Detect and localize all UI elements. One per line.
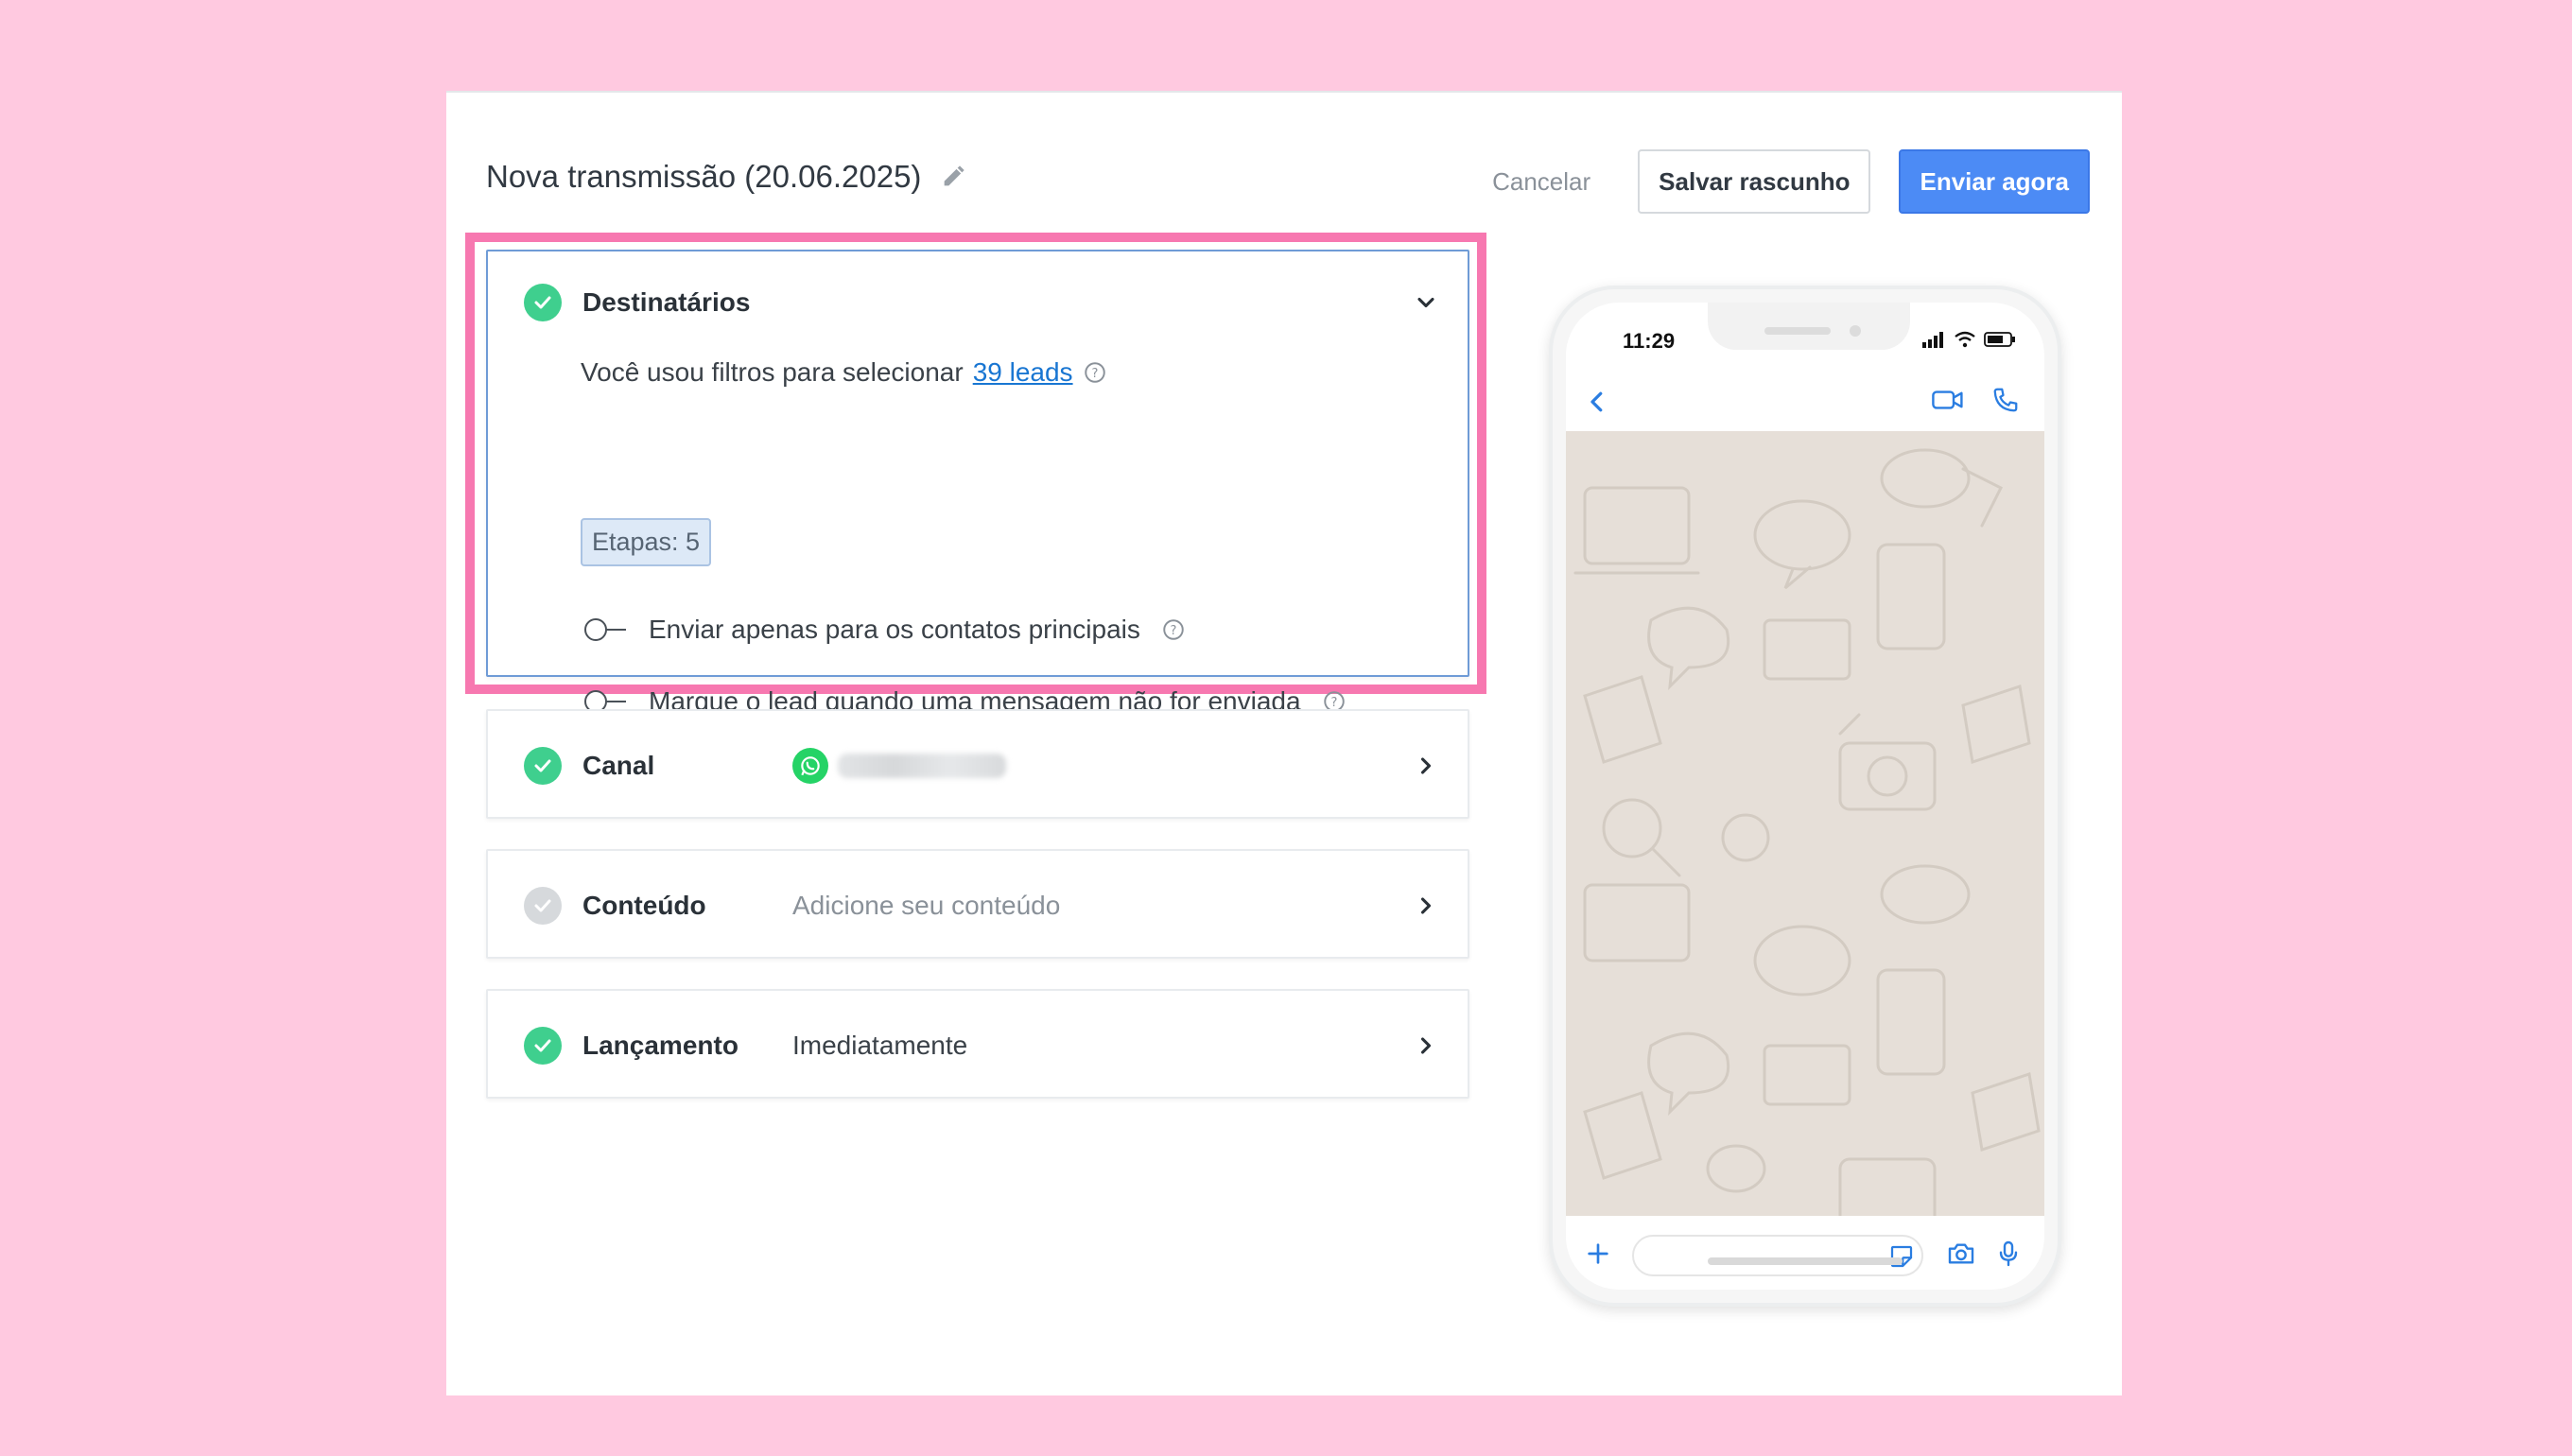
channel-card[interactable]: Canal bbox=[486, 709, 1469, 819]
chat-wallpaper bbox=[1566, 431, 2044, 1227]
check-icon bbox=[524, 747, 562, 785]
back-arrow-icon[interactable] bbox=[1583, 386, 1611, 423]
channel-title: Canal bbox=[582, 751, 655, 780]
message-input[interactable] bbox=[1632, 1235, 1923, 1276]
toggle-main-contacts-row: Enviar apenas para os contatos principai… bbox=[582, 615, 1186, 645]
speaker bbox=[1764, 327, 1831, 335]
camera-icon[interactable] bbox=[1946, 1239, 1976, 1274]
stages-tag: Etapas: 5 bbox=[581, 518, 712, 566]
launch-card[interactable]: Lançamento Imediatamente bbox=[486, 989, 1469, 1099]
launch-value: Imediatamente bbox=[792, 1031, 968, 1060]
broadcast-modal: Nova transmissão (20.06.2025) Cancelar S… bbox=[446, 91, 2122, 1395]
video-call-icon[interactable] bbox=[1931, 386, 1965, 419]
plus-icon[interactable] bbox=[1583, 1239, 1613, 1274]
filter-text: Você usou filtros para selecionar bbox=[581, 357, 964, 387]
cancel-button[interactable]: Cancelar bbox=[1473, 167, 1609, 197]
chevron-right-icon[interactable] bbox=[1413, 1032, 1439, 1059]
help-icon[interactable]: ? bbox=[1161, 617, 1186, 642]
wifi-icon bbox=[1954, 331, 1976, 353]
phone-call-icon[interactable] bbox=[1991, 386, 2020, 419]
leads-link[interactable]: 39 leads bbox=[973, 357, 1073, 388]
send-now-button[interactable]: Enviar agora bbox=[1899, 149, 2090, 214]
battery-icon bbox=[1984, 331, 2016, 353]
title-row: Nova transmissão (20.06.2025) bbox=[486, 159, 966, 195]
whatsapp-icon bbox=[792, 748, 828, 784]
help-icon[interactable]: ? bbox=[1083, 360, 1107, 385]
chat-nav bbox=[1566, 378, 2044, 425]
status-icons bbox=[1921, 331, 2016, 353]
check-icon bbox=[524, 887, 562, 925]
phone-screen: 11:29 bbox=[1566, 303, 2044, 1290]
save-draft-button[interactable]: Salvar rascunho bbox=[1638, 149, 1871, 214]
main-contacts-toggle[interactable] bbox=[582, 615, 628, 644]
recipients-header[interactable]: Destinatários bbox=[524, 251, 1439, 354]
svg-text:?: ? bbox=[1091, 367, 1098, 381]
redacted-phone-number bbox=[838, 754, 1006, 778]
content-header[interactable]: Conteúdo Adicione seu conteúdo bbox=[524, 851, 1439, 961]
svg-text:?: ? bbox=[1330, 696, 1337, 710]
phone-preview: 11:29 bbox=[1549, 286, 2061, 1307]
phone-notch bbox=[1708, 303, 1910, 350]
front-camera bbox=[1850, 325, 1861, 337]
main-contacts-label: Enviar apenas para os contatos principai… bbox=[649, 615, 1140, 644]
channel-header[interactable]: Canal bbox=[524, 711, 1439, 821]
chevron-right-icon[interactable] bbox=[1413, 893, 1439, 919]
svg-text:?: ? bbox=[1170, 624, 1176, 638]
channel-value bbox=[792, 748, 1006, 784]
content-title: Conteúdo bbox=[582, 891, 706, 920]
check-icon bbox=[524, 284, 562, 321]
chevron-down-icon[interactable] bbox=[1413, 289, 1439, 316]
chevron-right-icon[interactable] bbox=[1413, 753, 1439, 779]
page-title: Nova transmissão (20.06.2025) bbox=[486, 159, 922, 194]
content-value: Adicione seu conteúdo bbox=[792, 891, 1061, 920]
pencil-icon[interactable] bbox=[940, 164, 966, 190]
microphone-icon[interactable] bbox=[1993, 1239, 2024, 1274]
recipients-card: Destinatários Você usou filtros para sel… bbox=[486, 250, 1469, 716]
status-time: 11:29 bbox=[1623, 329, 1676, 353]
launch-header[interactable]: Lançamento Imediatamente bbox=[524, 991, 1439, 1101]
content-card[interactable]: Conteúdo Adicione seu conteúdo bbox=[486, 849, 1469, 959]
launch-title: Lançamento bbox=[582, 1031, 739, 1060]
signal-icon bbox=[1921, 331, 1946, 353]
recipients-title: Destinatários bbox=[582, 287, 751, 317]
header-actions: Cancelar Salvar rascunho Enviar agora bbox=[1473, 149, 2090, 214]
filter-summary: Você usou filtros para selecionar 39 lea… bbox=[581, 357, 1107, 388]
check-icon bbox=[524, 1027, 562, 1065]
home-indicator bbox=[1708, 1257, 1903, 1265]
